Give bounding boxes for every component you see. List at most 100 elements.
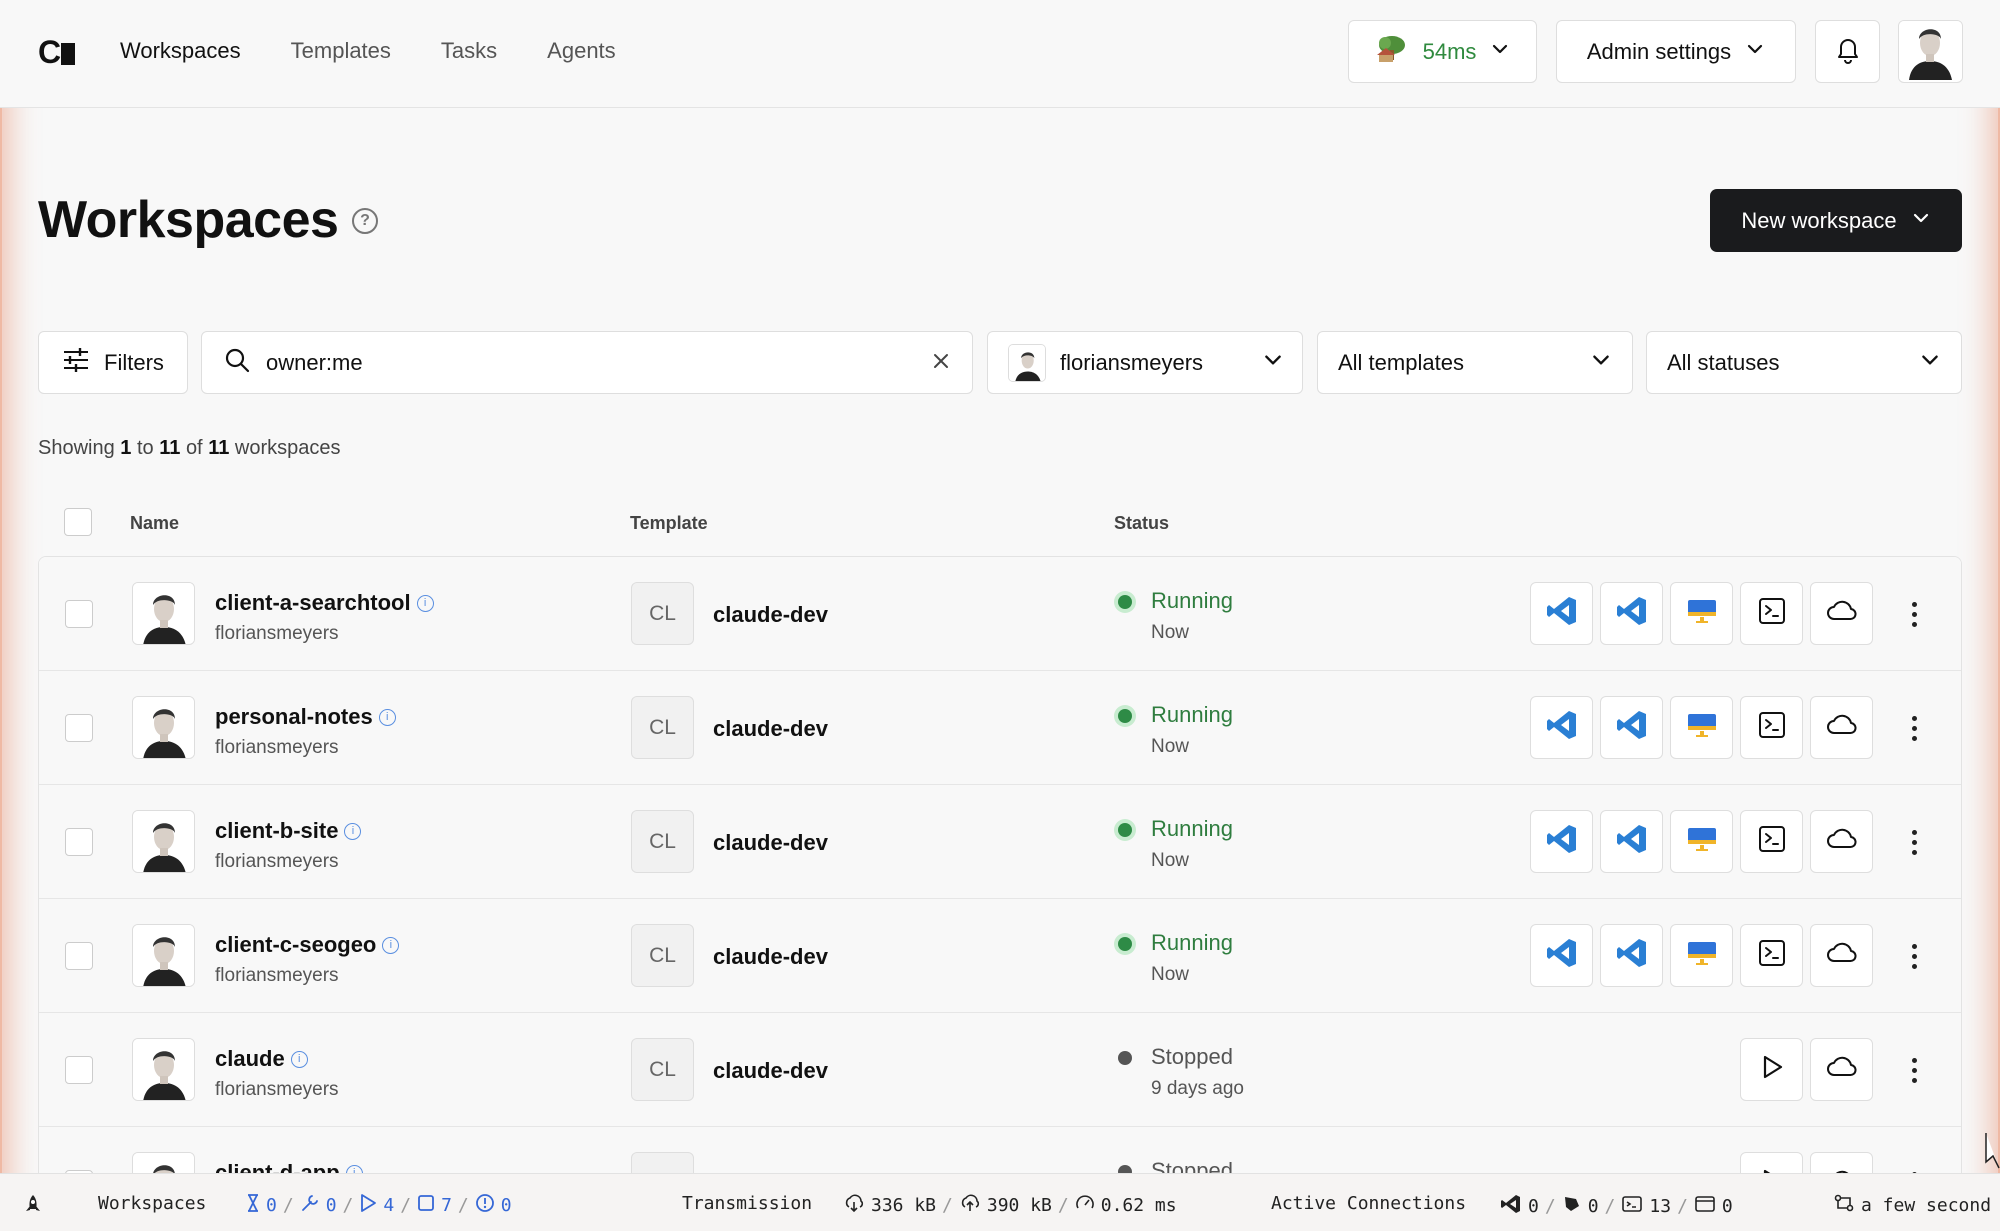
row-checkbox[interactable] xyxy=(65,828,93,856)
active-connections-label: Active Connections xyxy=(1271,1193,1467,1214)
open-desktop-button[interactable] xyxy=(1670,924,1733,987)
chevron-down-icon xyxy=(1590,349,1612,377)
terminal-connections: 13 xyxy=(1649,1196,1672,1217)
row-checkbox[interactable] xyxy=(65,600,93,628)
open-vscode-desktop-button[interactable] xyxy=(1530,582,1593,645)
clear-search-icon[interactable] xyxy=(932,350,950,376)
latency-region-button[interactable]: 54ms xyxy=(1348,20,1537,83)
cloud-upload-icon xyxy=(959,1193,981,1218)
nav-agents[interactable]: Agents xyxy=(547,38,616,64)
info-icon[interactable]: i xyxy=(290,1050,308,1068)
new-workspace-button[interactable]: New workspace xyxy=(1710,189,1962,252)
row-checkbox[interactable] xyxy=(65,1056,93,1084)
terminal-icon xyxy=(1757,596,1787,631)
template-select[interactable]: All templates xyxy=(1317,331,1633,394)
workspace-name[interactable]: client-a-searchtool i xyxy=(215,590,434,616)
status-dot xyxy=(1118,823,1132,837)
owner-select[interactable]: floriansmeyers xyxy=(987,331,1303,394)
transmission-stats[interactable]: 336 kB / 390 kB / 0.62 ms xyxy=(843,1193,1177,1218)
cloud-button[interactable] xyxy=(1810,924,1873,987)
open-terminal-button[interactable] xyxy=(1740,810,1803,873)
table-row[interactable]: client-d-appifloriansmeyersCLclaude-devS… xyxy=(39,1127,1961,1175)
info-icon[interactable]: i xyxy=(382,936,400,954)
open-terminal-button[interactable] xyxy=(1740,582,1803,645)
open-vscode-insiders-button[interactable] xyxy=(1600,810,1663,873)
status-time: Now xyxy=(1151,850,1190,871)
table-row[interactable]: claude i floriansmeyers CL claude-dev Stopped… xyxy=(39,1013,1961,1127)
connection-stats[interactable]: 0 / 0 / 13 / 0 xyxy=(1500,1193,1733,1220)
table-row[interactable]: client-a-searchtool i floriansmeyers CL clau… xyxy=(39,557,1961,671)
notifications-button[interactable] xyxy=(1815,20,1880,83)
more-options-icon[interactable] xyxy=(1899,706,1929,750)
workspace-name[interactable]: client-b-site i xyxy=(215,818,362,844)
status-text: Running xyxy=(1151,930,1233,955)
open-terminal-button[interactable] xyxy=(1740,924,1803,987)
column-header-status[interactable]: Status xyxy=(1114,513,1169,534)
nav-tasks[interactable]: Tasks xyxy=(441,38,497,64)
workspace-name[interactable]: personal-notes i xyxy=(215,704,396,730)
more-options-icon[interactable] xyxy=(1899,592,1929,636)
page-title: Workspaces xyxy=(38,191,339,249)
app-window-icon xyxy=(1694,1194,1716,1219)
vscode-icon xyxy=(1545,708,1579,747)
upload-bytes: 390 kB xyxy=(986,1195,1052,1216)
info-icon[interactable]: i xyxy=(378,708,396,726)
building-count: 0 xyxy=(325,1195,337,1216)
workspace-name[interactable]: claude i xyxy=(215,1046,308,1072)
open-terminal-button[interactable] xyxy=(1740,696,1803,759)
table-row[interactable]: client-b-site i floriansmeyers CL claude-dev… xyxy=(39,785,1961,899)
last-updated[interactable]: a few second xyxy=(1833,1193,1991,1218)
cloud-button[interactable] xyxy=(1810,696,1873,759)
status-dot xyxy=(1118,937,1132,951)
help-icon[interactable]: ? xyxy=(352,208,378,234)
filters-button[interactable]: Filters xyxy=(38,331,188,394)
cloud-button[interactable] xyxy=(1810,810,1873,873)
nav-workspaces[interactable]: Workspaces xyxy=(120,38,241,64)
template-badge: CL xyxy=(631,924,694,987)
more-options-icon[interactable] xyxy=(1899,1048,1929,1092)
user-avatar-button[interactable] xyxy=(1898,20,1963,83)
open-vscode-insiders-button[interactable] xyxy=(1600,924,1663,987)
start-workspace-button[interactable] xyxy=(1740,1038,1803,1101)
open-desktop-button[interactable] xyxy=(1670,696,1733,759)
open-vscode-insiders-button[interactable] xyxy=(1600,696,1663,759)
more-options-icon[interactable] xyxy=(1899,934,1929,978)
workspace-state-counts[interactable]: 0 / 0 / 4 / 7 / 0 xyxy=(246,1193,512,1218)
more-options-icon[interactable] xyxy=(1899,820,1929,864)
search-input[interactable]: owner:me xyxy=(201,331,973,394)
workspace-owner: floriansmeyers xyxy=(215,851,339,872)
template-name: claude-dev xyxy=(713,944,828,969)
status-select[interactable]: All statuses xyxy=(1646,331,1962,394)
admin-settings-button[interactable]: Admin settings xyxy=(1556,20,1796,83)
cloud-button[interactable] xyxy=(1810,582,1873,645)
nav-templates[interactable]: Templates xyxy=(291,38,391,64)
info-icon[interactable]: i xyxy=(344,822,362,840)
workspaces-table: client-a-searchtool i floriansmeyers CL clau… xyxy=(38,556,1962,1176)
select-all-checkbox[interactable] xyxy=(64,508,92,536)
table-row[interactable]: personal-notes i floriansmeyers CL claude-de… xyxy=(39,671,1961,785)
stopped-count: 7 xyxy=(441,1195,452,1216)
info-icon[interactable]: i xyxy=(416,594,434,612)
column-header-name[interactable]: Name xyxy=(130,513,179,534)
template-badge: CL xyxy=(631,696,694,759)
workspace-name[interactable]: client-c-seogeo i xyxy=(215,932,400,958)
row-checkbox[interactable] xyxy=(65,714,93,742)
terminal-icon xyxy=(1757,824,1787,859)
open-desktop-button[interactable] xyxy=(1670,582,1733,645)
coder-logo[interactable]: C xyxy=(38,34,76,71)
open-vscode-desktop-button[interactable] xyxy=(1530,810,1593,873)
open-vscode-desktop-button[interactable] xyxy=(1530,696,1593,759)
cloud-button[interactable] xyxy=(1810,1038,1873,1101)
deployment-icon[interactable] xyxy=(22,1193,44,1215)
open-vscode-desktop-button[interactable] xyxy=(1530,924,1593,987)
chevron-down-icon xyxy=(1911,208,1931,234)
results-count: Showing 1 to 11 of 11 workspaces xyxy=(38,437,341,459)
workspace-owner: floriansmeyers xyxy=(215,737,339,758)
table-row[interactable]: client-c-seogeo i floriansmeyers CL claude-d… xyxy=(39,899,1961,1013)
open-desktop-button[interactable] xyxy=(1670,810,1733,873)
terminal-icon xyxy=(1757,710,1787,745)
open-vscode-insiders-button[interactable] xyxy=(1600,582,1663,645)
workspace-name-text: claude xyxy=(215,1046,285,1071)
row-checkbox[interactable] xyxy=(65,942,93,970)
column-header-template[interactable]: Template xyxy=(630,513,708,534)
